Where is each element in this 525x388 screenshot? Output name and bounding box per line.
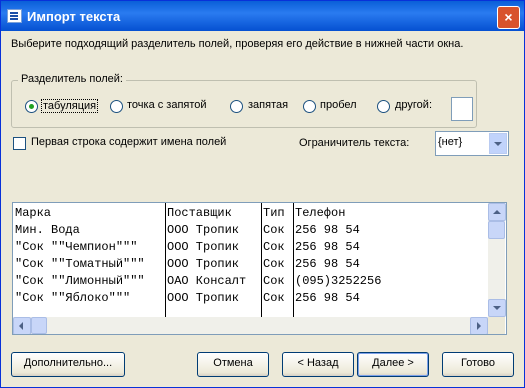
delimiter-group-title: Разделитель полей: (18, 73, 126, 85)
window-title: Импорт текста (27, 9, 121, 24)
finish-button[interactable]: Готово (442, 352, 514, 377)
table-cell: ООО Тропик (167, 223, 240, 237)
radio-semicolon-label[interactable]: точка с запятой (127, 99, 207, 111)
back-button[interactable]: < Назад (282, 352, 354, 377)
header-cell: Поставщик (167, 206, 232, 220)
radio-space[interactable] (303, 100, 316, 113)
column-divider[interactable] (293, 203, 294, 317)
table-cell: Сок (263, 274, 285, 288)
table-cell: Сок (263, 223, 285, 237)
text-qualifier-value: {нет} (438, 136, 463, 148)
preview-grid[interactable]: Марка Поставщик Тип Телефон Мин. Вода ОО… (12, 202, 507, 335)
scroll-down-button[interactable] (488, 299, 506, 317)
table-cell: ООО Тропик (167, 257, 240, 271)
table-cell: Сок (263, 240, 285, 254)
import-text-dialog: Импорт текста × Выберите подходящий разд… (0, 0, 525, 388)
scroll-right-button[interactable] (470, 317, 488, 334)
table-cell: "Сок ""Яблоко""" (15, 291, 131, 305)
scrollbar-corner (488, 317, 505, 334)
horizontal-scroll-thumb[interactable] (31, 317, 47, 334)
radio-comma-label[interactable]: запятая (248, 99, 288, 111)
table-cell: ОАО Консалт (167, 274, 247, 288)
advanced-button[interactable]: Дополнительно... (11, 352, 125, 377)
table-cell: ООО Тропик (167, 240, 240, 254)
table-cell: 256 98 54 (295, 240, 360, 254)
scroll-left-button[interactable] (13, 317, 31, 334)
scroll-up-button[interactable] (488, 203, 506, 221)
header-cell: Марка (15, 206, 52, 220)
chevron-down-icon[interactable] (489, 133, 507, 154)
next-button[interactable]: Далее > (357, 352, 429, 377)
table-cell: Сок (263, 257, 285, 271)
vertical-scrollbar[interactable] (488, 203, 506, 317)
cancel-button[interactable]: Отмена (197, 352, 269, 377)
first-row-names-checkbox[interactable] (13, 137, 26, 150)
table-cell: 256 98 54 (295, 223, 360, 237)
header-cell: Телефон (295, 206, 346, 220)
vertical-scroll-thumb[interactable] (488, 221, 505, 239)
radio-other[interactable] (377, 100, 390, 113)
radio-tab[interactable] (25, 100, 38, 113)
table-cell: (095)3252256 (295, 274, 382, 288)
radio-tab-label[interactable]: табуляция (41, 99, 99, 113)
text-qualifier-label: Ограничитель текста: (299, 137, 410, 149)
title-bar[interactable]: Импорт текста × (1, 1, 524, 31)
column-divider[interactable] (261, 203, 262, 317)
table-cell: "Сок ""Лимонный""" (15, 274, 145, 288)
text-qualifier-select[interactable]: {нет} (435, 131, 509, 156)
first-row-names-label[interactable]: Первая строка содержит имена полей (31, 136, 226, 148)
table-icon (7, 9, 22, 23)
radio-comma[interactable] (230, 100, 243, 113)
radio-other-label[interactable]: другой: (395, 99, 432, 111)
radio-semicolon[interactable] (110, 100, 123, 113)
table-cell: Сок (263, 291, 285, 305)
table-cell: 256 98 54 (295, 291, 360, 305)
horizontal-scrollbar[interactable] (13, 317, 488, 334)
column-divider[interactable] (165, 203, 166, 317)
table-cell: ООО Тропик (167, 291, 240, 305)
table-cell: "Сок ""Чемпион""" (15, 240, 138, 254)
instruction-text: Выберите подходящий разделитель полей, п… (11, 38, 464, 50)
radio-space-label[interactable]: пробел (320, 99, 357, 111)
header-cell: Тип (263, 206, 285, 220)
other-delimiter-input[interactable] (451, 97, 473, 121)
close-button[interactable]: × (497, 6, 520, 29)
table-cell: Мин. Вода (15, 223, 80, 237)
table-cell: 256 98 54 (295, 257, 360, 271)
table-cell: "Сок ""Томатный""" (15, 257, 145, 271)
